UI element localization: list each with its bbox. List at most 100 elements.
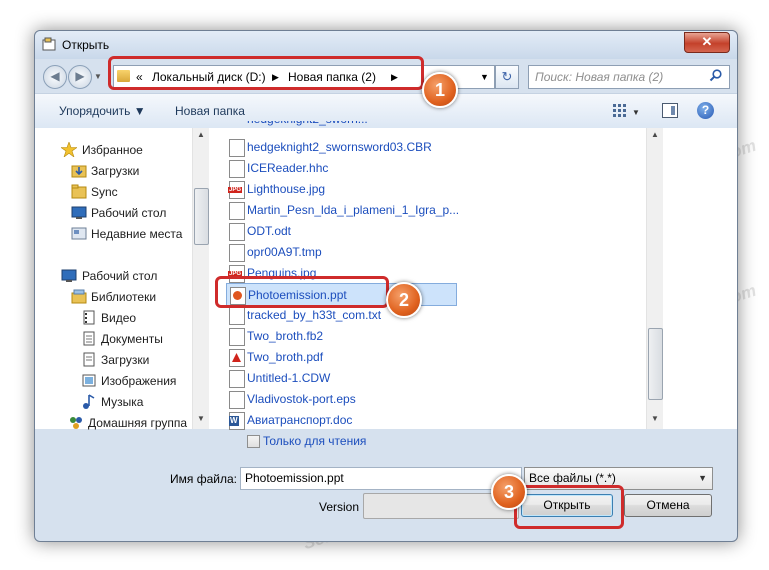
back-button[interactable]: ◀ <box>43 65 67 89</box>
file-name: Vladivostok-port.eps <box>247 392 356 406</box>
search-placeholder: Поиск: Новая папка (2) <box>535 70 664 84</box>
file-name: Martin_Pesn_lda_i_plameni_1_Igra_p... <box>247 203 460 217</box>
nav-item-documents[interactable]: Документы <box>35 328 193 349</box>
dialog-icon <box>42 37 56 51</box>
pictures-icon <box>81 373 97 388</box>
list-item[interactable]: Авиатранспорт.doc <box>229 409 639 430</box>
file-name: Untitled-1.CDW <box>247 371 331 385</box>
scroll-down-icon[interactable]: ▼ <box>195 414 207 426</box>
nav-item-pictures[interactable]: Изображения <box>35 370 193 391</box>
list-item[interactable]: Martin_Pesn_lda_i_plameni_1_Igra_p... <box>229 199 639 220</box>
nav-item-label: Рабочий стол <box>82 269 158 283</box>
file-name: tracked_by_h33t_com.txt <box>247 308 382 322</box>
file-name: opr00A9T.tmp <box>247 245 322 259</box>
star-icon <box>60 141 78 158</box>
homegroup-icon <box>68 415 84 430</box>
window-title: Открыть <box>62 38 110 52</box>
nav-item-label: Документы <box>101 332 163 346</box>
nav-item-label: Изображения <box>101 374 177 388</box>
readonly-checkbox[interactable] <box>247 435 260 448</box>
nav-item-video[interactable]: Видео <box>35 307 193 328</box>
nav-item-label: Музыка <box>101 395 144 409</box>
scroll-down-icon[interactable]: ▼ <box>649 414 661 426</box>
title-bar: Открыть ✕ <box>35 31 737 59</box>
file-scrollbar[interactable]: ▲ ▼ <box>646 128 663 429</box>
version-label: Version <box>319 500 360 514</box>
desktop-icon <box>71 205 87 220</box>
nav-item-desktop[interactable]: Рабочий стол <box>35 202 193 223</box>
downloads-folder-icon <box>71 163 87 178</box>
filename-input[interactable]: Photoemission.ppt <box>240 467 522 490</box>
filetype-value: Все файлы (*.*) <box>529 471 616 485</box>
file-name: Two_broth.pdf <box>247 350 324 364</box>
nav-item-downloads[interactable]: Загрузки <box>35 160 193 181</box>
document-icon <box>229 391 245 409</box>
cancel-button[interactable]: Отмена <box>624 494 712 517</box>
list-item[interactable]: ICEReader.hhc <box>229 157 639 178</box>
nav-item-downloads-lib[interactable]: Загрузки <box>35 349 193 370</box>
highlight-file-box <box>215 276 389 308</box>
jpg-icon <box>228 181 245 199</box>
libraries-icon <box>71 289 87 304</box>
search-icon[interactable] <box>709 69 725 85</box>
desktop-icon <box>61 268 77 283</box>
organize-button[interactable]: Упорядочить ▼ <box>59 104 146 118</box>
highlight-address-box <box>108 56 424 90</box>
nav-item-favorites[interactable]: Избранное <box>35 139 193 160</box>
list-item[interactable]: Untitled-1.CDW <box>229 367 639 388</box>
document-icon <box>229 370 245 388</box>
search-input[interactable]: Поиск: Новая папка (2) <box>528 65 730 89</box>
scroll-thumb[interactable] <box>194 188 209 245</box>
list-item[interactable]: Lighthouse.jpg <box>228 178 639 199</box>
list-item[interactable]: ODT.odt <box>229 220 639 241</box>
scroll-thumb[interactable] <box>648 328 663 400</box>
new-folder-button[interactable]: Новая папка <box>175 104 245 118</box>
preview-pane-icon[interactable] <box>662 103 678 118</box>
nav-scrollbar[interactable]: ▲ ▼ <box>192 128 209 429</box>
scroll-up-icon[interactable]: ▲ <box>649 130 661 142</box>
document-icon <box>229 307 245 325</box>
music-icon <box>81 394 97 409</box>
nav-item-label: Загрузки <box>101 353 150 367</box>
nav-item-libraries[interactable]: Библиотеки <box>35 286 193 307</box>
navigation-pane: Избранное Загрузки Sync Рабочий стол Нед… <box>35 128 209 430</box>
nav-item-homegroup[interactable]: Домашняя группа <box>35 412 193 433</box>
downloads-icon <box>81 352 97 367</box>
list-item[interactable]: hedgeknight2_sworn... <box>229 121 639 129</box>
nav-item-recent-places[interactable]: Недавние места <box>35 223 193 244</box>
readonly-label[interactable]: Только для чтения <box>263 434 366 448</box>
file-name: hedgeknight2_swornsword03.CBR <box>247 140 432 154</box>
close-button[interactable]: ✕ <box>684 32 730 53</box>
filename-label: Имя файла: <box>170 472 237 486</box>
recent-pages-dropdown-icon[interactable]: ▼ <box>94 72 102 81</box>
list-item[interactable]: Two_broth.pdf <box>229 346 639 367</box>
filename-value: Photoemission.ppt <box>245 471 344 485</box>
dropdown-arrow-icon: ▼ <box>698 473 707 483</box>
nav-item-music[interactable]: Музыка <box>35 391 193 412</box>
nav-item-label: Загрузки <box>91 164 140 178</box>
forward-button[interactable]: ▶ <box>68 65 92 89</box>
pdf-icon <box>229 349 245 367</box>
list-item[interactable]: opr00A9T.tmp <box>229 241 639 262</box>
word-icon <box>229 412 245 430</box>
file-name: Lighthouse.jpg <box>247 182 326 196</box>
documents-icon <box>81 331 97 346</box>
scroll-up-icon[interactable]: ▲ <box>195 130 207 142</box>
help-icon[interactable]: ? <box>697 102 714 119</box>
address-dropdown-icon[interactable]: ▼ <box>480 72 489 82</box>
nav-item-sync[interactable]: Sync <box>35 181 193 202</box>
nav-item-label: Недавние места <box>91 227 183 241</box>
nav-item-desktop-root[interactable]: Рабочий стол <box>35 265 193 286</box>
document-icon <box>229 139 245 157</box>
file-name: ODT.odt <box>247 224 292 238</box>
refresh-button[interactable]: ↻ <box>495 65 519 89</box>
recent-places-icon <box>71 226 87 241</box>
document-icon <box>229 202 245 220</box>
list-item[interactable]: hedgeknight2_swornsword03.CBR <box>229 136 639 157</box>
views-icon[interactable] <box>612 103 628 119</box>
list-item[interactable]: Two_broth.fb2 <box>229 325 639 346</box>
views-dropdown-icon[interactable]: ▼ <box>632 108 640 117</box>
callout-1: 1 <box>422 72 458 108</box>
highlight-open-box <box>514 485 624 529</box>
list-item[interactable]: Vladivostok-port.eps <box>229 388 639 409</box>
